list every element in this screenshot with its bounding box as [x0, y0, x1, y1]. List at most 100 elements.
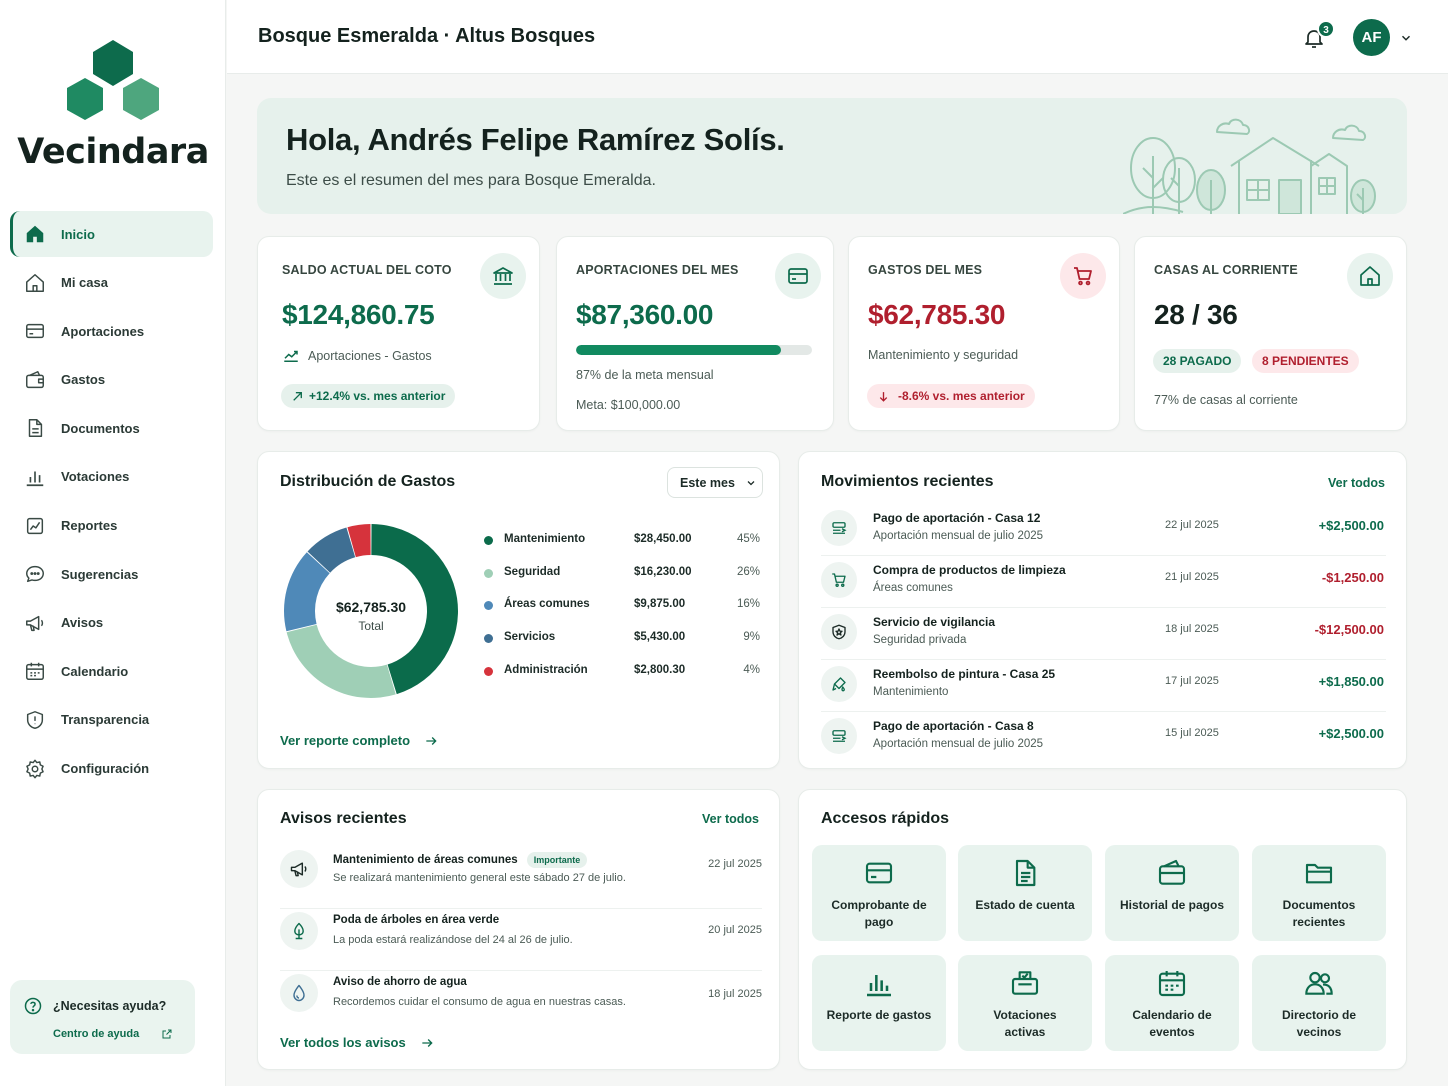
notice-sub: Se realizará mantenimiento general este …	[333, 872, 626, 884]
megaphone-icon	[290, 862, 307, 877]
house-icon	[26, 273, 44, 292]
all-notices-link[interactable]: Ver todos los avisos	[280, 1035, 434, 1050]
nav-item-avisos[interactable]: Avisos	[10, 600, 213, 646]
quick-access-reporte[interactable]: Reporte de gastos	[812, 955, 946, 1051]
movement-row[interactable]: Servicio de vigilancia Seguridad privada…	[821, 608, 1386, 660]
notice-title: Aviso de ahorro de agua	[333, 976, 467, 988]
notice-row[interactable]: Poda de árboles en área verde La poda es…	[280, 910, 762, 971]
arrow-right-icon	[422, 1038, 433, 1047]
nav-label: Votaciones	[61, 469, 130, 485]
nav-label: Inicio	[61, 226, 95, 242]
donut-total: $62,785.30	[335, 599, 407, 615]
neighborhood-illustration-icon	[1123, 118, 1376, 214]
chevron-down-icon	[747, 480, 755, 485]
nav-item-documentos[interactable]: Documentos	[10, 405, 213, 451]
logo[interactable]: Vecindara	[0, 38, 226, 172]
movement-row[interactable]: Pago de aportación - Casa 12 Aportación …	[821, 504, 1386, 556]
quick-access-label: Reporte de gastos	[826, 1008, 932, 1022]
notice-row[interactable]: Aviso de ahorro de agua Recordemos cuida…	[280, 972, 762, 1033]
nav-item-mi-casa[interactable]: Mi casa	[10, 260, 213, 306]
document-icon	[1015, 859, 1036, 887]
quick-access-label: Documentos recientes	[1282, 898, 1356, 929]
movement-icon-wrap	[821, 718, 857, 754]
legend-item: Seguridad $16,230.00 26%	[484, 564, 760, 582]
page-title: Bosque Esmeralda · Altus Bosques	[258, 25, 596, 47]
chevron-down-icon[interactable]	[1399, 31, 1413, 45]
nav-item-gastos[interactable]: Gastos	[10, 357, 213, 403]
quick-access-label: Estado de cuenta	[975, 898, 1075, 912]
link-label: Ver todos los avisos	[280, 1035, 406, 1050]
card-saldo: SALDO ACTUAL DEL COTO $124,860.75 Aporta…	[257, 236, 540, 431]
help-center-link[interactable]: Centro de ayuda	[53, 1028, 195, 1040]
quick-access-directorio[interactable]: Directorio de vecinos	[1252, 955, 1386, 1051]
stat-icon-wrap	[1347, 253, 1393, 299]
tree-icon	[294, 922, 304, 940]
movement-sub: Seguridad privada	[873, 634, 967, 646]
nav-item-aportaciones[interactable]: Aportaciones	[10, 308, 213, 354]
movement-icon-wrap	[821, 666, 857, 702]
legend-amount: $16,230.00	[634, 565, 692, 578]
movement-title: Servicio de vigilancia	[873, 615, 996, 629]
trend-up-icon	[284, 350, 298, 362]
trend-text: +12.4% vs. mes anterior	[309, 389, 446, 403]
greeting: Hola, Andrés Felipe Ramírez Solís.	[286, 122, 785, 157]
quick-access-documentos[interactable]: Documentos recientes	[1252, 845, 1386, 941]
nav-label: Configuración	[61, 761, 150, 777]
nav-item-transparencia[interactable]: Transparencia	[10, 697, 213, 743]
stat-value: 28 / 36	[1154, 299, 1238, 330]
see-all-movements-link[interactable]: Ver todos	[1328, 476, 1385, 490]
movement-date: 17 jul 2025	[1165, 675, 1219, 687]
help-link-label: Centro de ayuda	[53, 1028, 140, 1040]
quick-access-votaciones[interactable]: Votaciones activas	[958, 955, 1092, 1051]
notice-icon-wrap	[280, 974, 318, 1012]
movement-date: 15 jul 2025	[1165, 727, 1219, 739]
paid-pill: 28 PAGADO	[1153, 349, 1242, 373]
notice-row[interactable]: Mantenimiento de áreas comunes Important…	[280, 848, 762, 909]
card-avisos: Avisos recientes Ver todos Mantenimiento…	[257, 789, 780, 1070]
quick-access-estado[interactable]: Estado de cuenta	[958, 845, 1092, 941]
stat-value: $62,785.30	[868, 299, 1006, 330]
notice-sub: La poda estará realizándose del 24 al 26…	[333, 934, 573, 946]
notice-sub: Recordemos cuidar el consumo de agua en …	[333, 996, 626, 1008]
nav-item-calendario[interactable]: Calendario	[10, 648, 213, 694]
progress-fill	[576, 345, 782, 355]
cart-icon	[832, 573, 846, 587]
legend-dot	[484, 601, 493, 611]
quick-access-historial[interactable]: Historial de pagos	[1105, 845, 1239, 941]
movement-row[interactable]: Compra de productos de limpieza Áreas co…	[821, 556, 1386, 608]
stat-sub-text: Mantenimiento y seguridad	[868, 348, 1019, 362]
movement-amount: -$1,250.00	[1321, 570, 1384, 585]
quick-access-calendario[interactable]: Calendario de eventos	[1105, 955, 1239, 1051]
full-report-link[interactable]: Ver reporte completo	[280, 733, 438, 748]
nav-item-configuracion[interactable]: Configuración	[10, 746, 213, 792]
period-select[interactable]: Este mes	[667, 467, 763, 498]
quick-access-label: Calendario de eventos	[1132, 1008, 1212, 1039]
chat-icon	[26, 566, 44, 583]
nav-item-sugerencias[interactable]: Sugerencias	[10, 551, 213, 597]
welcome-banner: Hola, Andrés Felipe Ramírez Solís. Este …	[257, 98, 1407, 214]
section-title: Distribución de Gastos	[280, 473, 456, 490]
main-nav: Inicio Mi casa Aportaciones Gastos Docum…	[10, 211, 213, 794]
movement-row[interactable]: Reembolso de pintura - Casa 25 Mantenimi…	[821, 660, 1386, 712]
megaphone-icon	[26, 615, 44, 631]
nav-item-reportes[interactable]: Reportes	[10, 503, 213, 549]
movement-amount: -$12,500.00	[1314, 622, 1384, 637]
nav-item-votaciones[interactable]: Votaciones	[10, 454, 213, 500]
stat-sub: Aportaciones - Gastos	[282, 347, 432, 365]
movement-sub: Aportación mensual de julio 2025	[873, 738, 1044, 750]
sidebar: Vecindara Inicio Mi casa Aportaciones Ga…	[0, 0, 226, 1086]
card-aportaciones: APORTACIONES DEL MES $87,360.00 87% de l…	[556, 236, 834, 431]
movement-icon-wrap	[821, 614, 857, 650]
donut-slice-seguridad[interactable]	[286, 624, 396, 698]
movement-row[interactable]: Pago de aportación - Casa 8 Aportación m…	[821, 712, 1386, 764]
quick-access-comprobante[interactable]: Comprobante de pago	[812, 845, 946, 941]
legend-percent: 9%	[743, 631, 760, 644]
see-all-notices-link[interactable]: Ver todos	[702, 812, 759, 826]
arrow-right-icon	[426, 736, 437, 745]
nav-item-inicio[interactable]: Inicio	[10, 211, 213, 257]
movement-amount: +$1,850.00	[1318, 674, 1384, 689]
legend-item: Mantenimiento $28,450.00 45%	[484, 531, 760, 549]
legend-item: Administración $2,800.30 4%	[484, 662, 760, 680]
stat-icon-wrap	[1060, 253, 1106, 299]
avatar[interactable]: AF	[1353, 19, 1390, 56]
